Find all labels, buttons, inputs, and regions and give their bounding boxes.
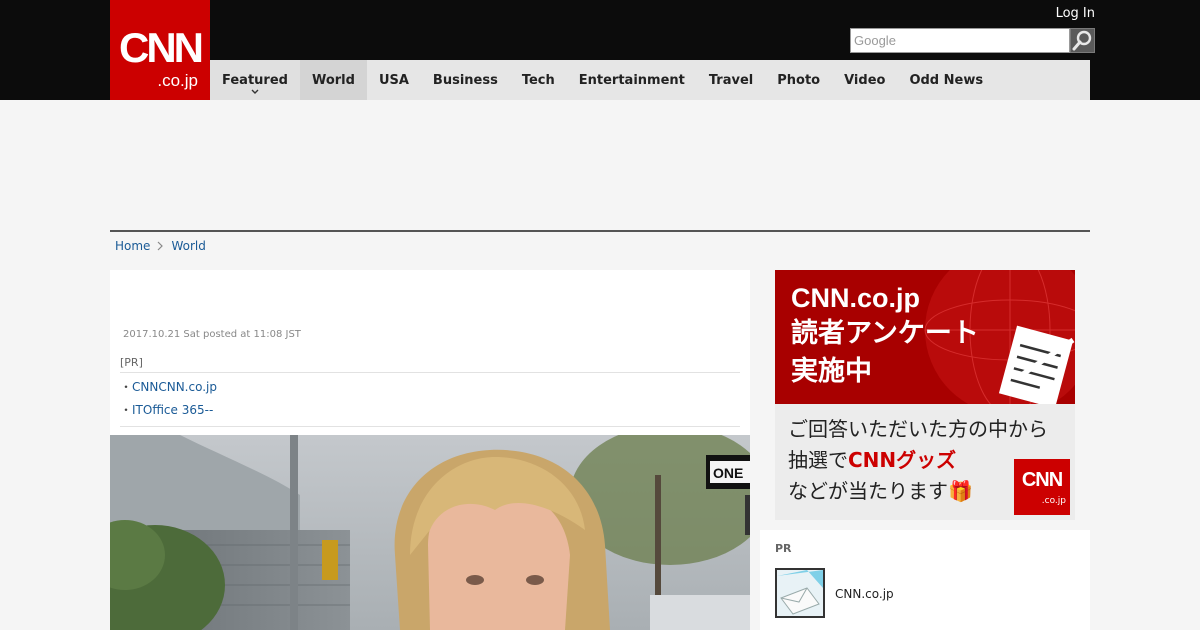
search-icon [1072,30,1092,51]
nav-item-business[interactable]: Business [421,60,510,100]
pr-link[interactable]: ITOffice 365-- [132,399,213,422]
chevron-right-icon [158,241,164,251]
article-photo: ONE [110,435,750,630]
pr-link[interactable]: CNNCNN.co.jp [132,376,217,399]
article-date: 2017.10.21 Sat posted at 11:08 JST [123,329,301,340]
sidebar-pr: PR CNN.co.jp [760,530,1090,630]
pr-label: [PR] [120,356,740,373]
survey-banner[interactable]: CNN.co.jp 読者アンケート 実施中 ご回答いただいた方の中から 抽選でC… [775,270,1075,520]
nav-item-label: Tech [521,72,555,88]
banner-text-prefix: 抽選で [788,448,848,472]
pr-block: [PR] ・ CNNCNN.co.jp ・ ITOffice 365-- [120,356,740,427]
nav-item-video[interactable]: Video [832,60,897,100]
cnn-logo[interactable]: CNN .co.jp [110,0,210,100]
banner-top: CNN.co.jp 読者アンケート 実施中 [775,270,1075,404]
banner-highlight: CNNグッズ [848,448,957,472]
nav-item-photo[interactable]: Photo [765,60,832,100]
nav-item-label: Travel [708,72,754,88]
nav-item-world[interactable]: World [299,60,367,100]
pr-link-list: ・ CNNCNN.co.jp ・ ITOffice 365-- [120,373,740,427]
chevron-down-icon [251,89,259,94]
nav-item-tech[interactable]: Tech [510,60,567,100]
nav-item-label: Video [844,72,886,88]
banner-text-2: 抽選でCNNグッズ [788,447,956,473]
banner-text-3: などが当たります🎁 [788,479,973,503]
sidebar-pr-label: PR [775,542,792,555]
mail-icon [777,570,823,616]
list-item: ・ ITOffice 365-- [120,399,740,422]
banner-heading: 読者アンケート [791,318,979,349]
nav-item-entertainment[interactable]: Entertainment [567,60,697,100]
nav-item-label: Entertainment [578,72,685,88]
search-input[interactable] [850,28,1070,53]
logo-text: CNN [119,24,204,71]
sidebar-pr-item[interactable]: CNN.co.jp [835,587,894,601]
ad-placeholder [110,100,1090,230]
mail-thumbnail[interactable] [775,568,825,618]
banner-heading-2: 実施中 [791,356,872,387]
banner-logo-text: CNN [1021,469,1063,491]
banner-cnn-logo: CNN .co.jp [1014,459,1070,515]
nav-item-featured[interactable]: Featured [210,60,300,100]
logo-subtext: .co.jp [157,71,198,90]
nav-item-label: Photo [777,72,821,88]
banner-title: CNN.co.jp [791,283,921,313]
nav-item-travel[interactable]: Travel [697,60,765,100]
nav-item-label: Odd News [909,72,984,88]
bullet-icon: ・ [120,380,133,394]
breadcrumb: Home World [115,238,206,254]
banner-text: ご回答いただいた方の中から [788,417,1048,441]
nav-item-label: Business [432,72,498,88]
svg-text:ONE: ONE [713,465,743,481]
bullet-icon: ・ [120,403,133,417]
nav-item-usa[interactable]: USA [367,60,421,100]
nav-item-label: Featured [222,72,288,88]
nav-item-label: World [311,72,355,88]
list-item: ・ CNNCNN.co.jp [120,376,740,399]
banner-logo-subtext: .co.jp [1041,496,1066,506]
main-nav: Featured World USA Business Tech Enterta… [210,60,1090,100]
login-link[interactable]: Log In [1056,6,1095,22]
article-card: 2017.10.21 Sat posted at 11:08 JST [PR] … [110,270,750,435]
nav-item-odd-news[interactable]: Odd News [897,60,995,100]
breadcrumb-world[interactable]: World [171,238,205,254]
nav-item-label: USA [378,72,409,88]
search-button[interactable] [1070,28,1095,53]
breadcrumb-home[interactable]: Home [115,238,150,254]
section-divider [110,230,1090,232]
